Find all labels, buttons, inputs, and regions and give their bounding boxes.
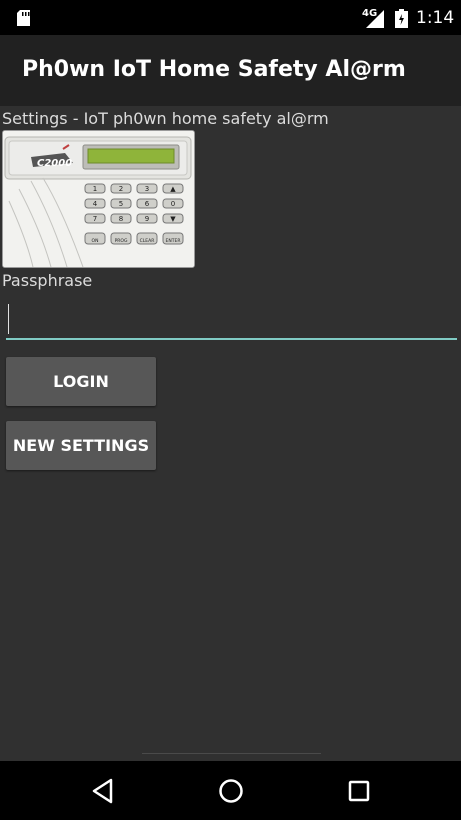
recents-icon[interactable] — [343, 775, 375, 807]
passphrase-input[interactable] — [6, 300, 457, 340]
keypad-key-label: 6 — [145, 200, 150, 208]
keypad-key-label: 3 — [145, 185, 149, 193]
login-button[interactable]: LOGIN — [6, 357, 156, 406]
main-content: Settings - IoT ph0wn home safety al@rm 1… — [0, 106, 461, 761]
new-settings-button[interactable]: NEW SETTINGS — [6, 421, 156, 470]
keypad-key-label: ENTER — [166, 238, 181, 244]
keypad-key-label: ON — [92, 238, 99, 244]
keypad-key-label: 8 — [119, 215, 123, 223]
keypad-key-label: CLEAR — [140, 238, 155, 244]
home-icon[interactable] — [215, 775, 247, 807]
alarm-keypad-image: 1 2 3 ▲ 4 5 6 0 7 8 9 ▼ ON PROG CLEAR ENTER C2000 — [2, 130, 195, 268]
text-cursor — [8, 304, 9, 334]
keypad-key-label: PROG — [115, 238, 128, 244]
app-title: Ph0wn IoT Home Safety Al@rm — [22, 57, 406, 82]
navigation-bar — [0, 761, 461, 820]
keypad-key-label: 7 — [93, 215, 97, 223]
settings-heading: Settings - IoT ph0wn home safety al@rm — [2, 109, 329, 128]
keypad-key-label: 9 — [145, 215, 149, 223]
sd-card-icon — [17, 10, 30, 26]
keypad-key-label: ▲ — [170, 185, 176, 193]
app-bar: Ph0wn IoT Home Safety Al@rm — [0, 35, 461, 106]
alarm-keypad-illustration: 1 2 3 ▲ 4 5 6 0 7 8 9 ▼ ON PROG CLEAR ENTER C2000 — [3, 131, 194, 267]
signal-icon — [366, 10, 384, 28]
battery-icon — [395, 9, 408, 28]
keypad-brand: C2000 — [37, 158, 72, 169]
keypad-key-label: 0 — [171, 200, 175, 208]
keypad-key-label: 4 — [93, 200, 98, 208]
scroll-indicator — [142, 753, 321, 754]
keypad-key-label: 2 — [119, 185, 123, 193]
passphrase-label: Passphrase — [2, 271, 93, 290]
keypad-key-label: ▼ — [170, 215, 176, 223]
keypad-key-label: 1 — [93, 185, 97, 193]
back-icon[interactable] — [87, 775, 119, 807]
keypad-key-label: 5 — [119, 200, 123, 208]
status-bar: 4G 1:14 — [0, 0, 461, 35]
clock: 1:14 — [416, 8, 455, 28]
